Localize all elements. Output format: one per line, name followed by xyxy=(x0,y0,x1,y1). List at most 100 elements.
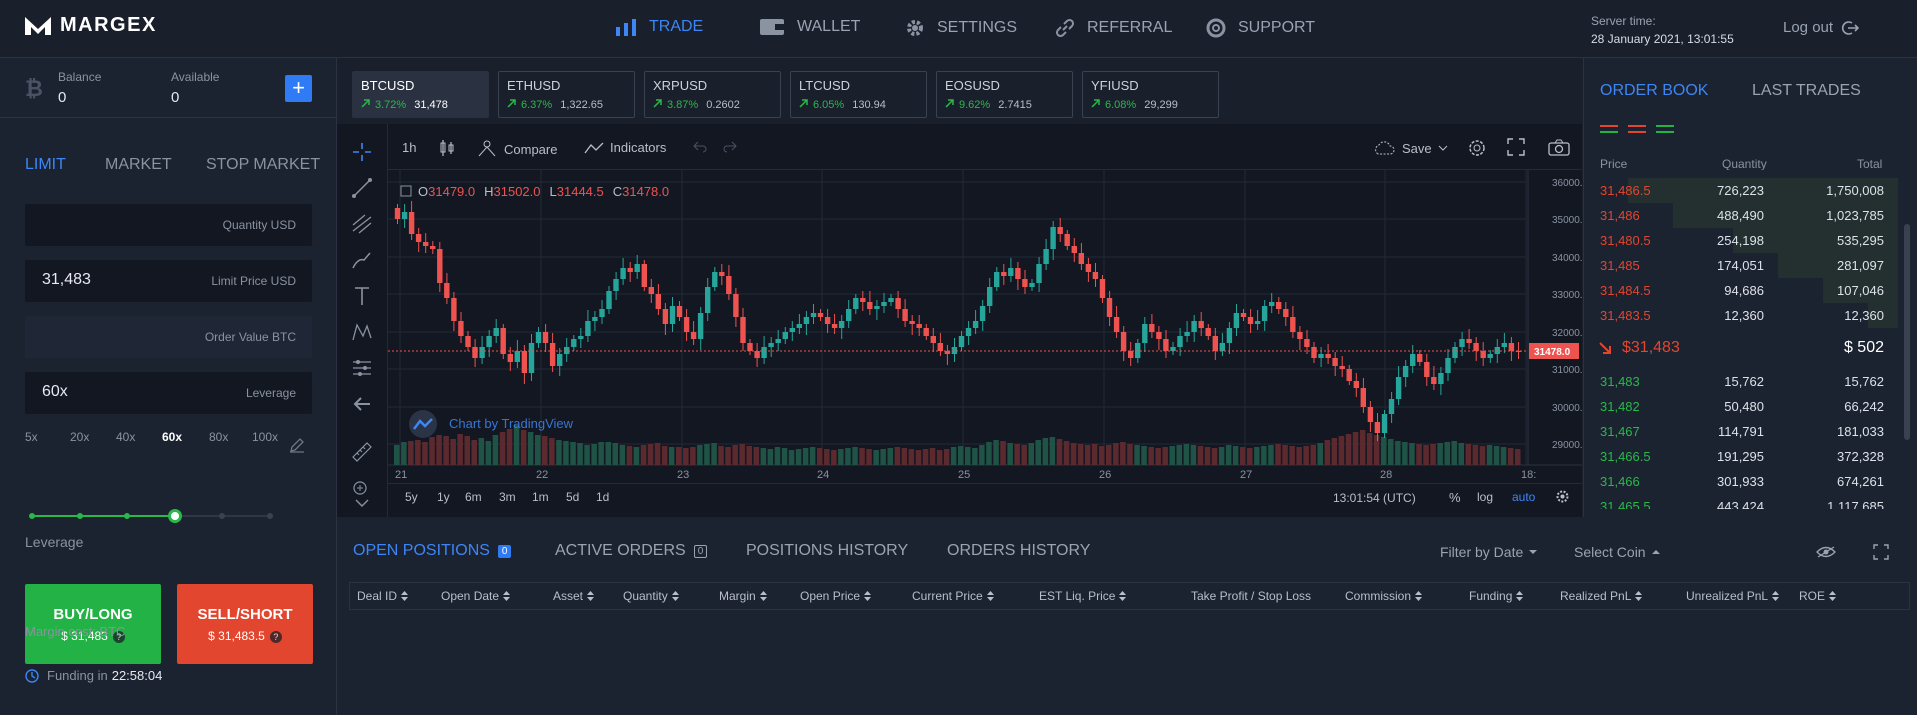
leverage-tick-20x[interactable] xyxy=(77,513,83,519)
ticker-ltcusd[interactable]: LTCUSD 6.05% 130.94 xyxy=(790,71,927,118)
auto-scale-toggle[interactable]: auto xyxy=(1512,490,1535,504)
column-current-price[interactable]: Current Price xyxy=(912,589,994,603)
range-5d[interactable]: 5d xyxy=(566,490,579,504)
log-scale-toggle[interactable]: log xyxy=(1477,490,1493,504)
leverage-option-20x[interactable]: 20x xyxy=(70,430,89,444)
tab-active-orders[interactable]: ACTIVE ORDERS 0 xyxy=(555,542,708,560)
tab-orders-history[interactable]: ORDERS HISTORY xyxy=(947,542,1090,560)
column-commission[interactable]: Commission xyxy=(1345,589,1423,603)
leverage-tick-100x[interactable] xyxy=(267,513,273,519)
column-unrealized-pnl[interactable]: Unrealized PnL xyxy=(1686,589,1780,603)
compare-button[interactable]: Compare xyxy=(476,140,557,158)
ticker-xrpusd[interactable]: XRPUSD 3.87% 0.2602 xyxy=(644,71,781,118)
leverage-slider-knob[interactable] xyxy=(168,509,182,523)
nav-referral[interactable]: REFERRAL xyxy=(1055,18,1172,38)
scale-settings-gear-icon[interactable] xyxy=(1555,489,1570,504)
text-tool-icon[interactable] xyxy=(350,284,374,308)
expand-panel-icon[interactable] xyxy=(1873,544,1889,560)
leverage-field[interactable]: 60x Leverage xyxy=(25,372,312,414)
nav-trade[interactable]: TRADE xyxy=(615,18,703,36)
nav-wallet[interactable]: WALLET xyxy=(759,18,860,36)
column-open-date[interactable]: Open Date xyxy=(441,589,511,603)
ob-bid-row[interactable]: 31,467 114,791 181,033 xyxy=(1598,419,1884,444)
pattern-icon[interactable] xyxy=(350,320,374,344)
sell-short-button[interactable]: SELL/SHORT $ 31,483.5? xyxy=(177,584,313,664)
camera-icon[interactable] xyxy=(1548,139,1570,156)
edit-pencil-icon[interactable] xyxy=(289,437,305,453)
leverage-option-100x[interactable]: 100x xyxy=(252,430,278,444)
leverage-tick-40x[interactable] xyxy=(124,513,130,519)
trendline-icon[interactable] xyxy=(350,176,374,200)
logo[interactable]: MARGEX xyxy=(24,14,157,37)
brush-icon[interactable] xyxy=(350,248,374,272)
save-layout-button[interactable]: Save xyxy=(1372,140,1448,156)
logout-button[interactable]: Log out xyxy=(1783,19,1860,36)
candlestick-chart[interactable]: 36000.0 35000.0 34000.0 33000.0 32000.0 31000… xyxy=(388,170,1582,483)
tab-positions-history[interactable]: POSITIONS HISTORY xyxy=(746,542,908,560)
ob-ask-row[interactable]: 31,486.5 726,223 1,750,008 xyxy=(1598,178,1898,203)
column-deal-id[interactable]: Deal ID xyxy=(357,589,409,603)
tab-market[interactable]: MARKET xyxy=(105,156,172,174)
column-open-price[interactable]: Open Price xyxy=(800,589,872,603)
interval-button[interactable]: 1h xyxy=(402,140,416,155)
column-quantity[interactable]: Quantity xyxy=(623,589,679,603)
quantity-field[interactable]: Quantity USD xyxy=(25,204,312,246)
leverage-tick-80x[interactable] xyxy=(219,513,225,519)
nav-support[interactable]: SUPPORT xyxy=(1206,18,1315,38)
range-5y[interactable]: 5y xyxy=(405,490,418,504)
range-1d[interactable]: 1d xyxy=(596,490,609,504)
range-1m[interactable]: 1m xyxy=(532,490,549,504)
arrow-left-icon[interactable] xyxy=(350,392,374,416)
ticker-yfiusd[interactable]: YFIUSD 6.08% 29,299 xyxy=(1082,71,1219,118)
column-realized-pnl[interactable]: Realized PnL xyxy=(1560,589,1643,603)
column-est-liq-price[interactable]: EST Liq. Price xyxy=(1039,589,1127,603)
tab-stop-market[interactable]: STOP MARKET xyxy=(206,156,320,174)
crosshair-icon[interactable] xyxy=(350,140,374,164)
fullscreen-icon[interactable] xyxy=(1507,138,1525,156)
range-6m[interactable]: 6m xyxy=(465,490,482,504)
sell-help-icon[interactable]: ? xyxy=(269,631,282,643)
redo-icon[interactable] xyxy=(723,141,737,153)
range-3m[interactable]: 3m xyxy=(499,490,516,504)
column-funding[interactable]: Funding xyxy=(1469,589,1524,603)
range-1y[interactable]: 1y xyxy=(437,490,450,504)
leverage-option-80x[interactable]: 80x xyxy=(209,430,228,444)
column-margin[interactable]: Margin xyxy=(719,589,767,603)
select-coin-dropdown[interactable]: Select Coin xyxy=(1574,544,1660,560)
undo-icon[interactable] xyxy=(693,141,707,153)
book-view-both-icon[interactable] xyxy=(1600,124,1618,136)
column-roe[interactable]: ROE xyxy=(1799,589,1837,603)
percent-scale-toggle[interactable]: % xyxy=(1449,490,1461,505)
ob-ask-row[interactable]: 31,486 488,490 1,023,785 xyxy=(1598,203,1898,228)
leverage-tick-5x[interactable] xyxy=(29,513,35,519)
candle-type-icon[interactable] xyxy=(439,139,455,157)
ticker-ethusd[interactable]: ETHUSD 6.37% 1,322.65 xyxy=(498,71,635,118)
book-view-bids-icon[interactable] xyxy=(1656,124,1674,136)
tab-limit[interactable]: LIMIT xyxy=(25,156,66,174)
ticker-btcusd[interactable]: BTCUSD 3.72% 31,478 xyxy=(352,71,489,118)
ob-ask-row[interactable]: 31,480.5 254,198 535,295 xyxy=(1598,228,1898,253)
deposit-plus-button[interactable]: + xyxy=(285,75,312,102)
chart-settings-gear-icon[interactable] xyxy=(1467,138,1487,158)
ob-bid-row[interactable]: 31,483 15,762 15,762 xyxy=(1598,369,1884,394)
filter-by-date-dropdown[interactable]: Filter by Date xyxy=(1440,544,1538,560)
book-view-asks-icon[interactable] xyxy=(1628,124,1646,136)
ob-scrollbar[interactable] xyxy=(1904,224,1910,440)
ruler-icon[interactable] xyxy=(350,440,374,464)
fib-retracement-icon[interactable] xyxy=(350,212,374,236)
indicators-button[interactable]: Indicators xyxy=(584,140,666,155)
ticker-eosusd[interactable]: EOSUSD 9.62% 2.7415 xyxy=(936,71,1073,118)
measure-icon[interactable] xyxy=(350,356,374,380)
column-take-profit-stop-loss[interactable]: Take Profit / Stop Loss xyxy=(1191,589,1311,603)
nav-settings[interactable]: SETTINGS xyxy=(905,18,1017,38)
limit-price-field[interactable]: 31,483 Limit Price USD xyxy=(25,260,312,302)
hide-eye-icon[interactable] xyxy=(1816,545,1836,559)
column-asset[interactable]: Asset xyxy=(553,589,595,603)
ob-ask-row[interactable]: 31,484.5 94,686 107,046 xyxy=(1598,278,1898,303)
tab-order-book[interactable]: ORDER BOOK xyxy=(1600,82,1708,100)
ob-ask-row[interactable]: 31,485 174,051 281,097 xyxy=(1598,253,1898,278)
leverage-option-5x[interactable]: 5x xyxy=(25,430,38,444)
ob-bid-row[interactable]: 31,466 301,933 674,261 xyxy=(1598,469,1884,494)
ob-ask-row[interactable]: 31,483.5 12,360 12,360 xyxy=(1598,303,1898,328)
tools-collapse-chevron-icon[interactable] xyxy=(354,498,370,508)
